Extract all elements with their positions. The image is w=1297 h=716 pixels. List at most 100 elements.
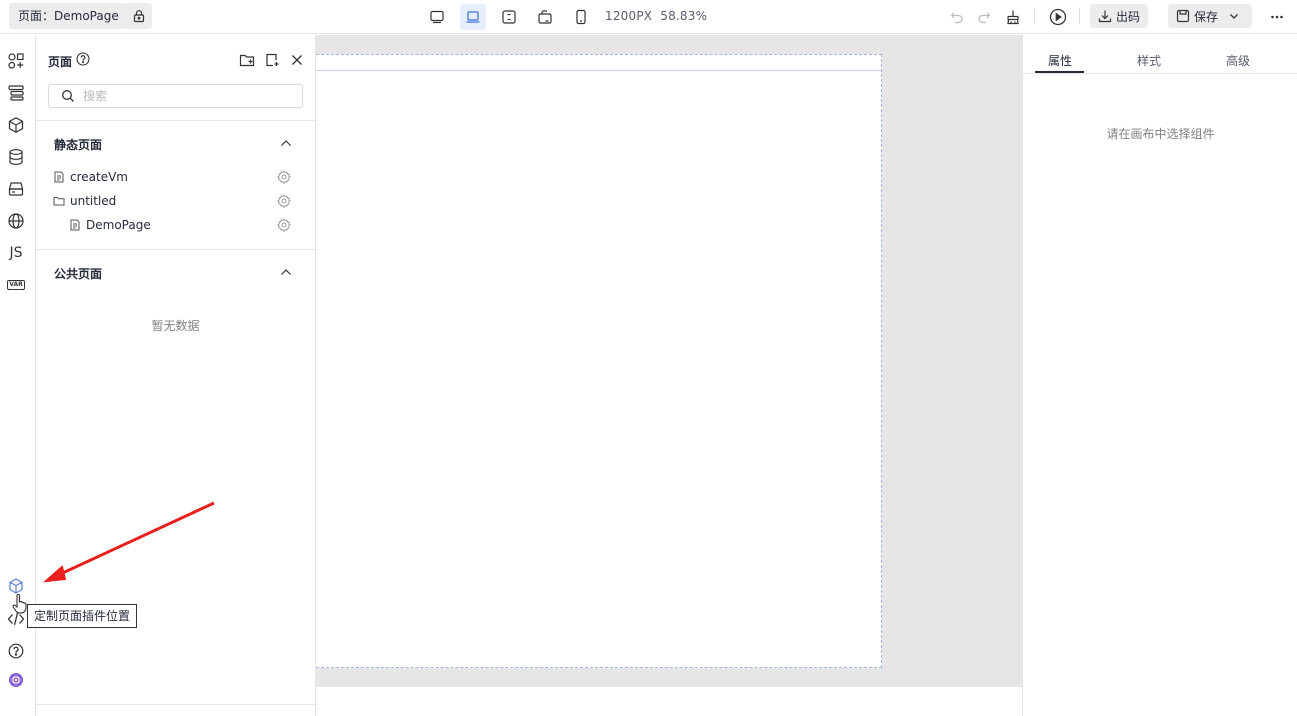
save-icon <box>1176 9 1190 23</box>
js-icon: JS <box>9 245 23 261</box>
var-icon: VAR <box>7 280 25 290</box>
settings-tabs: 属性 样式 高级 <box>1023 35 1297 74</box>
gear-icon[interactable] <box>277 170 291 184</box>
tablet-rotate-icon <box>537 9 553 25</box>
export-code-button[interactable]: 出码 <box>1090 4 1149 28</box>
gear-icon[interactable] <box>277 194 291 208</box>
top-toolbar: 页面：DemoPage 1200PX 58.83% 出码 保存 <box>0 0 1297 34</box>
code-icon <box>7 610 25 628</box>
page-search[interactable] <box>48 84 303 108</box>
js-plugin-button[interactable]: JS <box>5 242 27 264</box>
code-plugin-button[interactable] <box>5 608 27 630</box>
bridge-plugin-button[interactable] <box>5 178 27 200</box>
blocks-icon <box>7 116 25 134</box>
tooltip: 定制页面插件位置 <box>27 604 138 628</box>
folder-icon <box>53 195 65 207</box>
save-label: 保存 <box>1194 9 1219 24</box>
redo-icon <box>976 9 992 25</box>
current-page-label[interactable]: 页面：DemoPage <box>9 3 128 29</box>
toolbar-divider <box>1034 8 1035 24</box>
divider <box>36 704 315 705</box>
components-icon <box>7 52 25 70</box>
add-folder-icon[interactable] <box>239 52 255 68</box>
design-canvas[interactable] <box>316 35 1022 687</box>
settings-panel: 属性 样式 高级 请在画布中选择组件 <box>1022 35 1297 716</box>
help-icon[interactable] <box>76 52 90 66</box>
export-code-label: 出码 <box>1116 9 1141 24</box>
search-icon <box>61 89 75 103</box>
undo-button[interactable] <box>944 4 970 30</box>
empty-state-text: 暂无数据 <box>151 319 200 333</box>
search-input[interactable] <box>83 89 283 103</box>
canvas-page[interactable] <box>316 54 882 668</box>
divider <box>36 249 315 250</box>
public-pages-title[interactable]: 公共页面 <box>54 265 102 282</box>
add-page-icon[interactable] <box>264 52 280 68</box>
globe-icon <box>7 212 25 230</box>
panel-actions <box>239 52 305 68</box>
download-icon <box>1098 9 1112 23</box>
annotation-arrow <box>42 501 215 583</box>
ai-robot-icon <box>8 672 24 688</box>
help-button[interactable] <box>5 640 27 662</box>
tab-advanced[interactable]: 高级 <box>1226 52 1250 69</box>
help-icon <box>8 643 24 659</box>
ai-assistant-button[interactable] <box>5 669 27 691</box>
laptop-view-button[interactable] <box>460 4 486 30</box>
redo-button[interactable] <box>971 4 997 30</box>
divider <box>36 120 315 121</box>
canvas-footer <box>316 687 1022 716</box>
i18n-plugin-button[interactable] <box>5 210 27 232</box>
canvas-width: 1200PX <box>605 9 653 23</box>
page-icon <box>53 171 65 183</box>
static-pages-title[interactable]: 静态页面 <box>54 136 102 153</box>
folder-item-untitled[interactable]: untitled <box>36 190 315 212</box>
desktop-icon <box>429 9 445 25</box>
mobile-icon <box>573 9 589 25</box>
datasource-plugin-button[interactable] <box>5 146 27 168</box>
tablet-rotate-view-button[interactable] <box>532 4 558 30</box>
datasource-icon <box>7 148 25 166</box>
folder-item-label: untitled <box>70 194 117 208</box>
page-item-label: createVm <box>70 170 128 184</box>
components-plugin-button[interactable] <box>5 50 27 72</box>
preview-button[interactable] <box>1045 4 1071 30</box>
undo-icon <box>949 9 965 25</box>
gear-icon[interactable] <box>277 218 291 232</box>
active-tab-indicator <box>1035 71 1084 73</box>
tablet-landscape-icon <box>501 9 517 25</box>
more-icon <box>1270 10 1284 24</box>
play-icon <box>1049 8 1067 26</box>
page-item-createvm[interactable]: createVm <box>36 166 315 188</box>
panel-title: 页面 <box>48 55 73 69</box>
lock-icon <box>132 9 146 23</box>
tab-styles[interactable]: 样式 <box>1137 52 1161 69</box>
page-item-label: DemoPage <box>86 218 151 232</box>
outline-plugin-button[interactable] <box>5 82 27 104</box>
broom-icon <box>1005 9 1021 25</box>
tablet-landscape-view-button[interactable] <box>496 4 522 30</box>
empty-selection-text: 请在画布中选择组件 <box>1106 127 1215 141</box>
canvas-zoom: 58.83% <box>660 9 708 23</box>
more-menu-button[interactable] <box>1264 4 1290 30</box>
page-icon <box>69 219 81 231</box>
clean-canvas-button[interactable] <box>1000 4 1026 30</box>
page-item-demopage[interactable]: DemoPage <box>36 214 315 236</box>
close-icon[interactable] <box>289 52 305 68</box>
chevron-up-icon[interactable] <box>279 136 293 150</box>
mobile-view-button[interactable] <box>568 4 594 30</box>
variables-plugin-button[interactable]: VAR <box>5 274 27 296</box>
chevron-down-icon[interactable] <box>1228 10 1240 22</box>
save-button[interactable]: 保存 <box>1168 4 1252 28</box>
canvas-size-readout[interactable]: 1200PX 58.83% <box>605 9 707 23</box>
bridge-icon <box>7 180 25 198</box>
chevron-up-icon[interactable] <box>279 265 293 279</box>
toolbar-divider <box>1079 8 1080 24</box>
laptop-icon <box>465 9 481 25</box>
outline-icon <box>7 84 25 102</box>
desktop-view-button[interactable] <box>424 4 450 30</box>
lock-button[interactable] <box>126 3 152 29</box>
tab-properties[interactable]: 属性 <box>1048 52 1072 69</box>
canvas-header-line <box>316 70 881 71</box>
blocks-plugin-button[interactable] <box>5 114 27 136</box>
